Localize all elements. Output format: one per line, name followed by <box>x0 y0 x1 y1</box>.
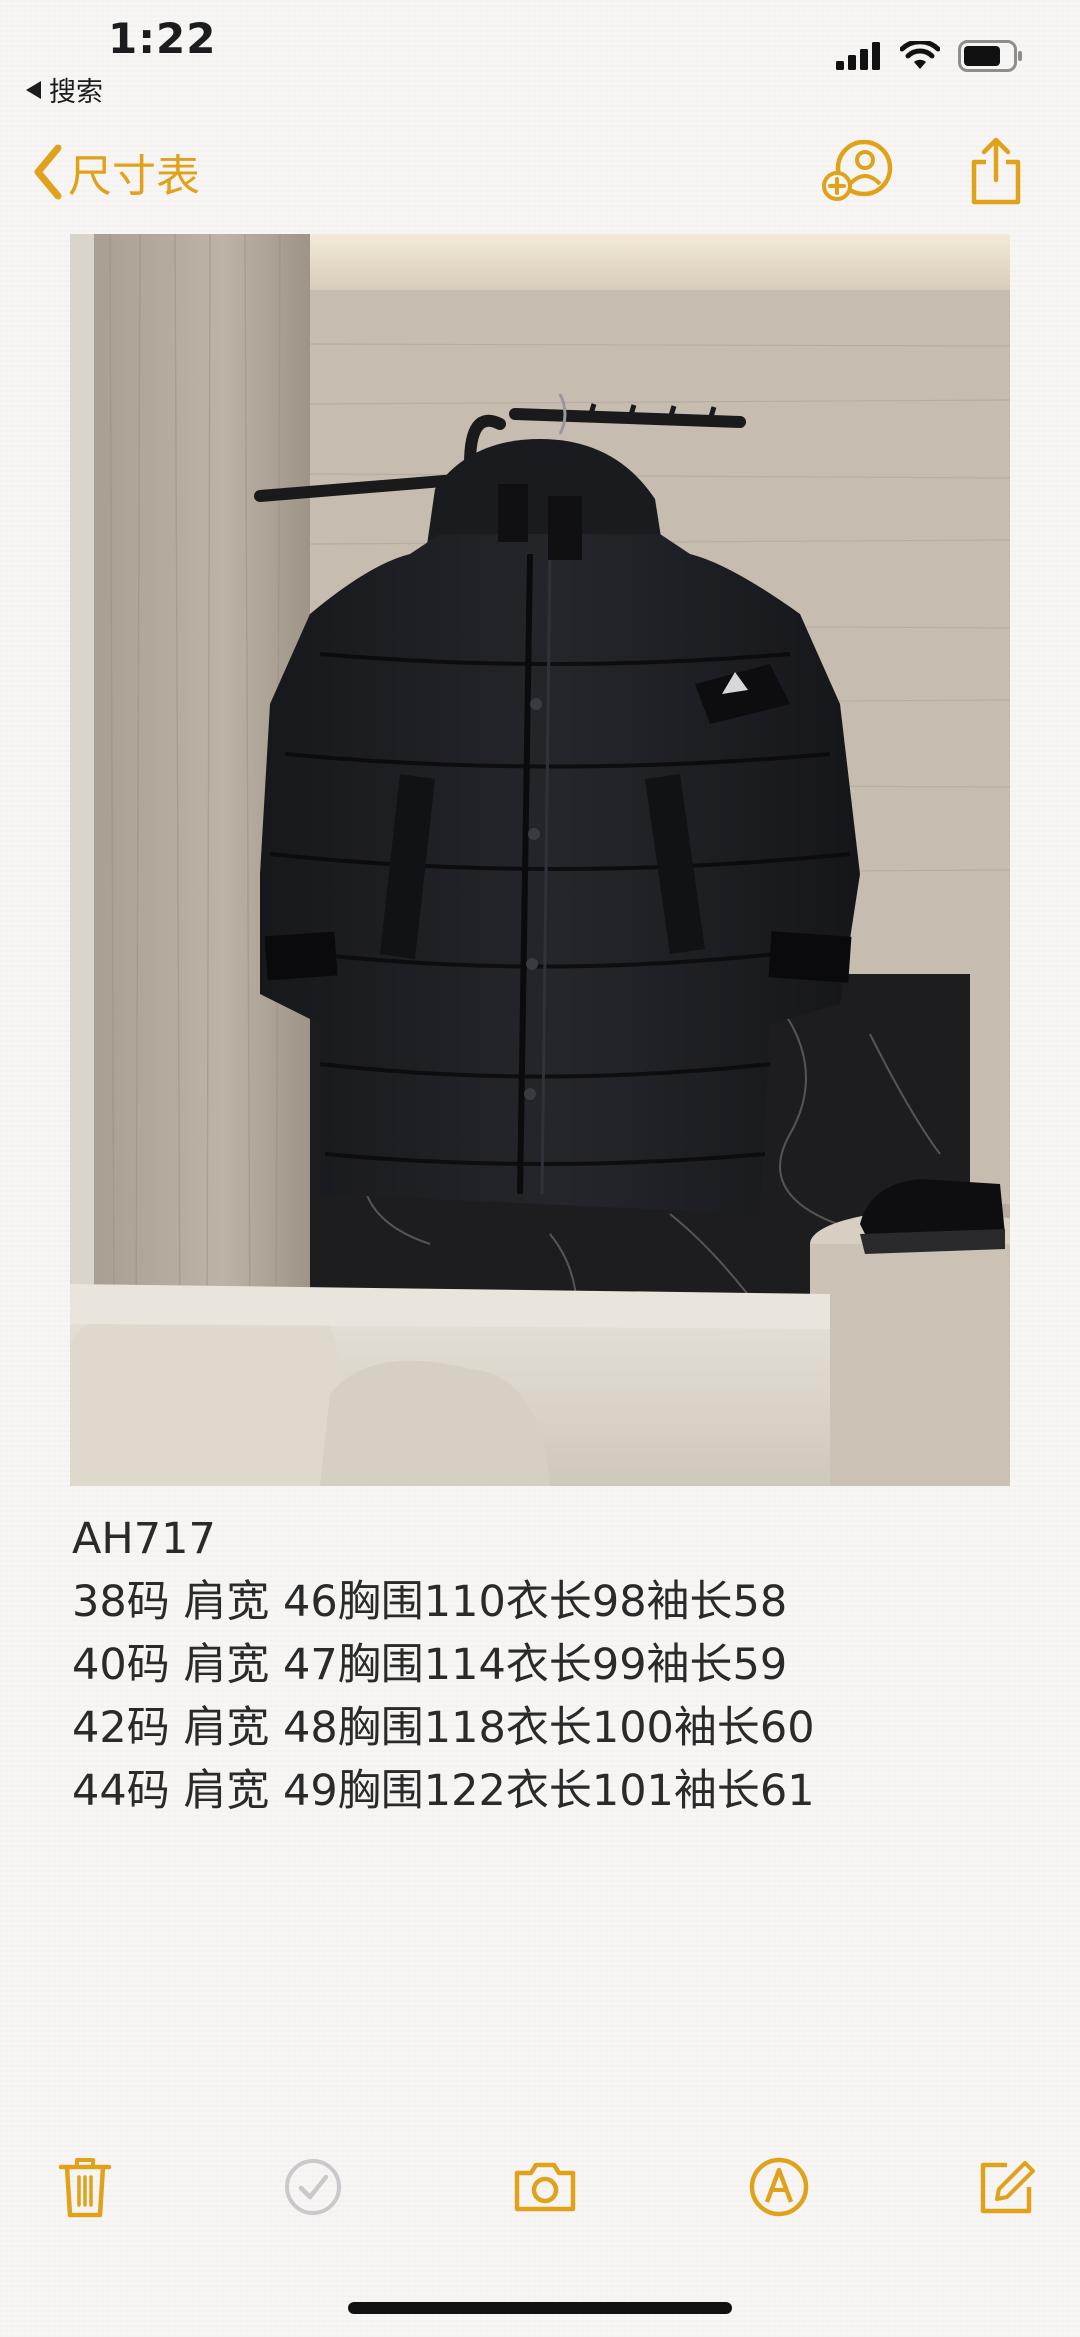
checklist-button[interactable] <box>278 2152 348 2222</box>
note-line: 40码 肩宽 47胸围114衣长99袖长59 <box>72 1640 788 1690</box>
cellular-signal-icon <box>836 42 880 70</box>
status-icons <box>836 40 1024 72</box>
note-line: 44码 肩宽 49胸围122衣长101袖长61 <box>72 1766 815 1816</box>
compose-icon <box>980 2161 1035 2214</box>
chevron-left-icon <box>34 144 62 200</box>
add-person-icon <box>822 139 893 201</box>
camera-icon <box>514 2162 576 2212</box>
home-indicator[interactable] <box>348 2302 732 2314</box>
delete-button[interactable] <box>50 2152 120 2222</box>
trash-icon <box>58 2158 112 2218</box>
checklist-icon <box>285 2159 341 2215</box>
note-line: 38码 肩宽 46胸围110衣长98袖长58 <box>72 1577 788 1627</box>
navigation-bar: 尺寸表 <box>0 120 1080 230</box>
back-triangle-icon <box>26 80 41 99</box>
note-line: AH717 <box>72 1514 216 1564</box>
note-line: 42码 肩宽 48胸围118衣长100袖长60 <box>72 1703 815 1753</box>
note-photo[interactable] <box>70 234 1010 1486</box>
compose-button[interactable] <box>972 2152 1042 2222</box>
markup-button[interactable] <box>744 2152 814 2222</box>
back-button-label: 尺寸表 <box>68 151 200 202</box>
status-bar: 1:22 搜索 <box>0 0 1080 120</box>
note-body[interactable]: AH717 38码 肩宽 46胸围110衣长98袖长58 40码 肩宽 47胸围… <box>72 1508 1012 1823</box>
back-button[interactable]: 尺寸表 <box>30 140 200 204</box>
share-collaborate-button[interactable] <box>822 136 896 206</box>
bottom-toolbar <box>0 2152 1080 2232</box>
return-app-label: 搜索 <box>49 77 103 108</box>
markup-icon <box>749 2157 809 2217</box>
share-button[interactable] <box>966 136 1026 210</box>
camera-button[interactable] <box>510 2152 580 2222</box>
battery-icon <box>958 40 1022 72</box>
return-to-app-link[interactable]: 搜索 <box>26 70 103 109</box>
black-puffer-coat-photo <box>70 234 1010 1486</box>
status-time: 1:22 <box>108 14 217 63</box>
wifi-icon <box>900 41 940 69</box>
share-icon <box>971 137 1021 205</box>
